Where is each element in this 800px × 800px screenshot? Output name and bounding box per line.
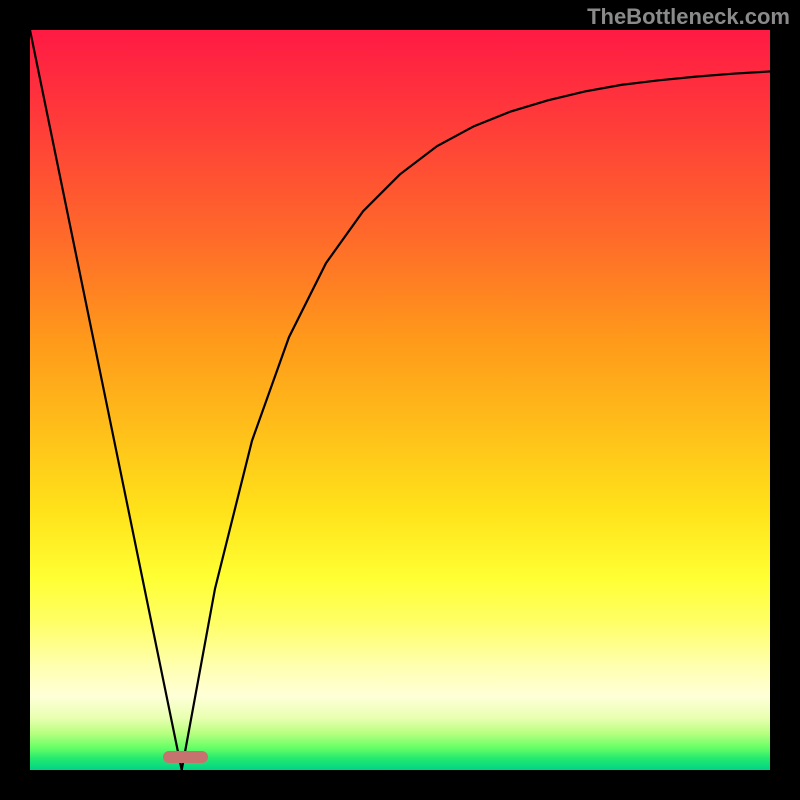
curve-layer	[30, 30, 770, 770]
left-line	[30, 30, 182, 770]
chart-frame: TheBottleneck.com	[0, 0, 800, 800]
minimum-marker	[163, 751, 207, 763]
watermark-text: TheBottleneck.com	[587, 4, 790, 30]
plot-area	[30, 30, 770, 770]
right-curve	[182, 71, 770, 770]
